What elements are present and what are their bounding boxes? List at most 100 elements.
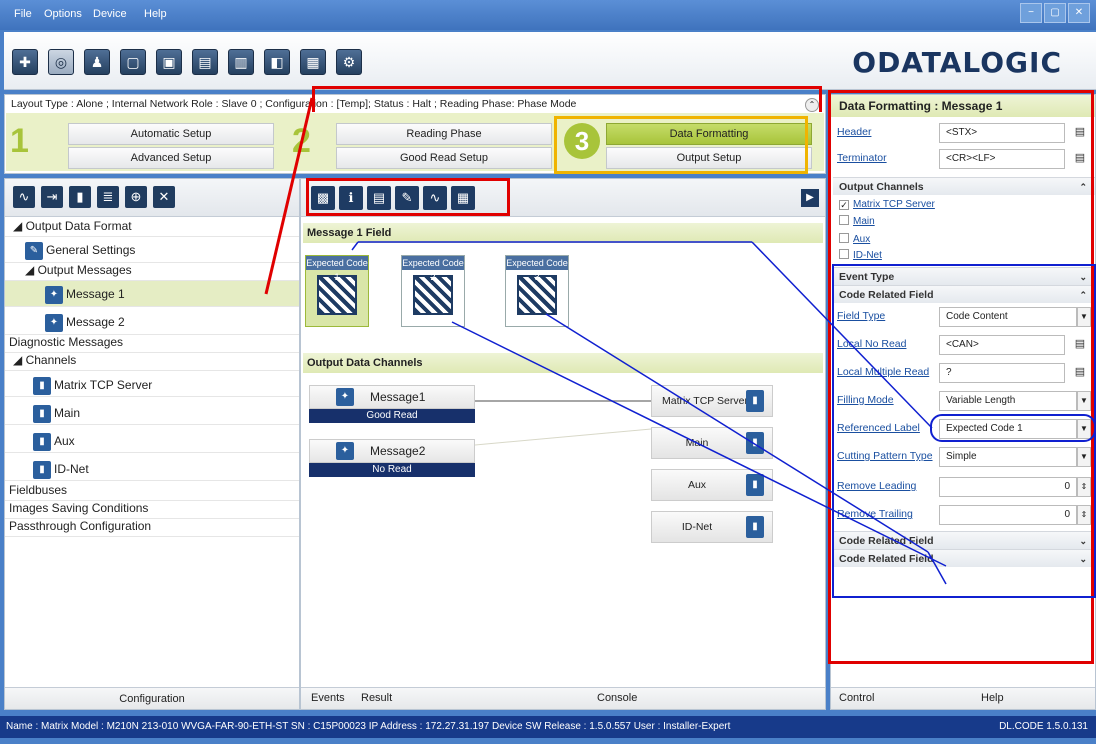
save-image-icon[interactable]: ▤ bbox=[192, 49, 218, 75]
tree-label: Passthrough Configuration bbox=[9, 519, 152, 533]
chevron-down-icon[interactable]: ▼ bbox=[1077, 391, 1091, 411]
io-icon[interactable]: ⇥ bbox=[41, 186, 63, 208]
code-related-field-group[interactable]: Code Related Field ⌃ bbox=[833, 285, 1095, 303]
tree-diagnostic-messages[interactable]: Diagnostic Messages bbox=[5, 335, 299, 353]
local-multiple-read-field[interactable]: ? bbox=[939, 363, 1065, 383]
menu-device[interactable]: Device bbox=[93, 8, 127, 20]
message1-label: Message1 bbox=[370, 390, 426, 404]
message-icon: ✦ bbox=[336, 388, 354, 406]
output-matrix-tcp-server[interactable]: Matrix TCP Server ▮ bbox=[651, 385, 773, 417]
target-icon[interactable]: ⊕ bbox=[125, 186, 147, 208]
output-channels-group[interactable]: Output Channels ⌃ bbox=[833, 177, 1095, 195]
tree-output-messages[interactable]: ◢ Output Messages bbox=[5, 263, 299, 281]
output-id-net[interactable]: ID-Net ▮ bbox=[651, 511, 773, 543]
export-icon[interactable]: ◧ bbox=[264, 49, 290, 75]
stepper-icon[interactable]: ⇕ bbox=[1077, 477, 1091, 497]
tree-message-2[interactable]: ✦ Message 2 bbox=[5, 309, 299, 335]
delete-icon[interactable]: ✕ bbox=[153, 186, 175, 208]
tree-fieldbuses[interactable]: Fieldbuses bbox=[5, 483, 299, 501]
reading-phase-button[interactable]: Reading Phase bbox=[336, 123, 552, 145]
filling-mode-select[interactable]: Variable Length bbox=[939, 391, 1077, 411]
device-discovery-icon[interactable]: ◎ bbox=[48, 49, 74, 75]
capture-icon[interactable]: ▣ bbox=[156, 49, 182, 75]
document-icon[interactable]: ≣ bbox=[97, 186, 119, 208]
remove-trailing-label: Remove Trailing bbox=[837, 508, 913, 520]
local-no-read-field[interactable]: <CAN> bbox=[939, 335, 1065, 355]
window-icon[interactable]: ▢ bbox=[120, 49, 146, 75]
event-type-group[interactable]: Event Type ⌄ bbox=[833, 267, 1095, 285]
edit-icon[interactable]: ▤ bbox=[1073, 151, 1087, 167]
code-related-field-2-group[interactable]: Code Related Field ⌄ bbox=[833, 531, 1095, 549]
checkbox-label: ID-Net bbox=[853, 250, 882, 261]
tree-channels[interactable]: ◢ Channels bbox=[5, 353, 299, 371]
tree-images-saving[interactable]: Images Saving Conditions bbox=[5, 501, 299, 519]
bottom-tabs: Events Result Console bbox=[301, 687, 825, 709]
tab-control[interactable]: Control bbox=[839, 692, 874, 704]
tree-output-data-format[interactable]: ◢ Output Data Format bbox=[5, 219, 299, 237]
tab-events[interactable]: Events bbox=[311, 692, 345, 704]
channel-matrix-checkbox[interactable]: ✓ Matrix TCP Server bbox=[839, 199, 935, 210]
channel-main-checkbox[interactable]: Main bbox=[839, 215, 875, 227]
chevron-down-icon[interactable]: ▼ bbox=[1077, 307, 1091, 327]
remove-trailing-field[interactable]: 0 bbox=[939, 505, 1077, 525]
settings-icon[interactable]: ⚙ bbox=[336, 49, 362, 75]
collapse-icon[interactable]: ⌃ bbox=[805, 98, 819, 112]
tree-label: Output Messages bbox=[37, 263, 132, 277]
channel-idnet-checkbox[interactable]: ID-Net bbox=[839, 249, 882, 261]
minimize-icon[interactable]: − bbox=[1020, 3, 1042, 23]
home-icon[interactable]: ✚ bbox=[12, 49, 38, 75]
main-toolbar: ✚ ◎ ♟ ▢ ▣ ▤ ▥ ◧ ▦ ⚙ ODATALOGIC bbox=[4, 32, 1096, 90]
tab-console[interactable]: Console bbox=[597, 692, 637, 704]
tree-label: General Settings bbox=[46, 243, 136, 257]
group-label: Code Related Field bbox=[839, 289, 934, 301]
waveform-icon[interactable]: ∿ bbox=[13, 186, 35, 208]
menu-options[interactable]: Options bbox=[44, 8, 82, 20]
tab-result[interactable]: Result bbox=[361, 692, 392, 704]
edit-icon[interactable]: ▤ bbox=[1073, 125, 1087, 141]
code-related-field-3-group[interactable]: Code Related Field ⌄ bbox=[833, 549, 1095, 567]
output-setup-button[interactable]: Output Setup bbox=[606, 147, 812, 169]
maximize-icon[interactable]: ▢ bbox=[1044, 3, 1066, 23]
close-icon[interactable]: ✕ bbox=[1068, 3, 1090, 23]
open-image-icon[interactable]: ▥ bbox=[228, 49, 254, 75]
tree-message-1[interactable]: ✦ Message 1 bbox=[5, 281, 299, 307]
chevron-down-icon: ⌄ bbox=[1079, 536, 1087, 546]
advanced-setup-button[interactable]: Advanced Setup bbox=[68, 147, 274, 169]
output-aux[interactable]: Aux ▮ bbox=[651, 469, 773, 501]
chevron-down-icon[interactable]: ▼ bbox=[1077, 447, 1091, 467]
tree-id-net[interactable]: ▮ ID-Net bbox=[5, 457, 299, 481]
tree-main[interactable]: ▮ Main bbox=[5, 401, 299, 425]
channel-aux-checkbox[interactable]: Aux bbox=[839, 233, 870, 245]
tree-matrix-tcp-server[interactable]: ▮ Matrix TCP Server bbox=[5, 373, 299, 397]
tree-general-settings[interactable]: ✎ General Settings bbox=[5, 237, 299, 263]
tab-help[interactable]: Help bbox=[981, 692, 1004, 704]
field-type-select[interactable]: Code Content bbox=[939, 307, 1077, 327]
stepper-icon[interactable]: ⇕ bbox=[1077, 505, 1091, 525]
header-field[interactable]: <STX> bbox=[939, 123, 1065, 143]
message2-node[interactable]: ✦ Message2 No Read bbox=[309, 439, 475, 479]
menu-file[interactable]: File bbox=[14, 8, 32, 20]
terminator-field[interactable]: <CR><LF> bbox=[939, 149, 1065, 169]
data-formatting-button[interactable]: Data Formatting bbox=[606, 123, 812, 145]
message1-node[interactable]: ✦ Message1 Good Read bbox=[309, 385, 475, 425]
tree-passthrough[interactable]: Passthrough Configuration bbox=[5, 519, 299, 537]
good-read-setup-button[interactable]: Good Read Setup bbox=[336, 147, 552, 169]
monitor-icon[interactable]: ▦ bbox=[300, 49, 326, 75]
output-label: Aux bbox=[687, 479, 707, 491]
automatic-setup-button[interactable]: Automatic Setup bbox=[68, 123, 274, 145]
edit-icon[interactable]: ▤ bbox=[1073, 365, 1087, 381]
setup-steps: 1 Automatic Setup Advanced Setup 2 Readi… bbox=[6, 113, 824, 171]
menu-help[interactable]: Help bbox=[144, 8, 167, 20]
group-label: Code Related Field bbox=[839, 535, 934, 547]
connector-icon[interactable]: ▮ bbox=[69, 186, 91, 208]
chevron-down-icon[interactable]: ▼ bbox=[1077, 419, 1091, 439]
referenced-label-select[interactable]: Expected Code 1 bbox=[939, 419, 1077, 439]
remove-leading-field[interactable]: 0 bbox=[939, 477, 1077, 497]
cutting-pattern-label: Cutting Pattern Type bbox=[837, 450, 933, 462]
configuration-tab[interactable]: Configuration bbox=[5, 687, 299, 709]
tree-aux[interactable]: ▮ Aux bbox=[5, 429, 299, 453]
edit-icon[interactable]: ▤ bbox=[1073, 337, 1087, 353]
output-main[interactable]: Main ▮ bbox=[651, 427, 773, 459]
user-icon[interactable]: ♟ bbox=[84, 49, 110, 75]
cutting-pattern-select[interactable]: Simple bbox=[939, 447, 1077, 467]
